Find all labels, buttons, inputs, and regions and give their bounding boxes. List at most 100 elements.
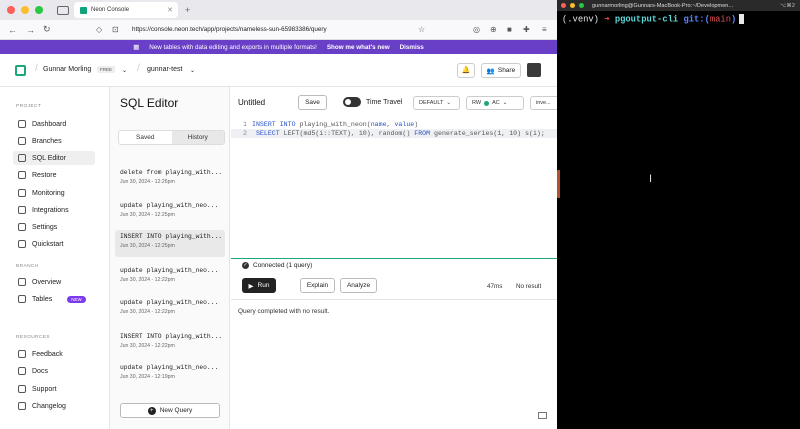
download-icon[interactable]: ⊕	[490, 25, 497, 34]
window-edge-fragment	[557, 170, 560, 198]
terminal-maximize-button[interactable]	[579, 3, 584, 8]
back-icon[interactable]: ←	[8, 25, 17, 35]
new-badge: NEW	[67, 295, 86, 303]
explain-button[interactable]: Explain	[300, 278, 335, 293]
invite-select[interactable]: inve...	[530, 96, 557, 110]
sidebar-item-settings[interactable]: Settings	[13, 220, 95, 234]
sidebar-item-branches[interactable]: Branches	[13, 134, 95, 148]
tab-saved[interactable]: Saved	[119, 131, 172, 144]
query-timing: 47ms	[487, 283, 503, 290]
sidebar-item-feedback[interactable]: Feedback	[13, 347, 95, 361]
close-tab-icon[interactable]: ✕	[167, 6, 173, 14]
sidebar-item-dashboard[interactable]: Dashboard	[13, 117, 95, 131]
extension-icon[interactable]: ■	[507, 25, 512, 34]
code-text: )	[414, 121, 419, 128]
list-item[interactable]: INSERT INTO playing_with... Jun 30, 2024 …	[115, 230, 225, 257]
shield-icon[interactable]: ◇	[96, 25, 102, 34]
project-name[interactable]: gunnar-test	[147, 66, 182, 73]
reload-icon[interactable]: ↻	[43, 24, 51, 35]
sidebar-item-label: Dashboard	[32, 120, 67, 128]
section-label-resources: RESOURCES	[16, 335, 50, 340]
terminal-window[interactable]: gunnarmorling@Gunnars-MacBook-Pro:~/Deve…	[557, 0, 800, 429]
list-item[interactable]: update playing_with_neo... Jun 30, 2024 -…	[115, 264, 225, 291]
org-chevron-icon[interactable]: ⌄	[122, 67, 127, 74]
sidebar-item-monitoring[interactable]: Monitoring	[13, 186, 95, 200]
connection-divider[interactable]	[231, 258, 557, 259]
run-button[interactable]: ▶ Run	[242, 278, 276, 293]
sidebar-item-integrations[interactable]: Integrations	[13, 203, 95, 217]
sidebar-item-tables[interactable]: Tables NEW	[13, 292, 95, 306]
project-chevron-icon[interactable]: ⌄	[190, 67, 195, 74]
menu-icon[interactable]: ≡	[542, 25, 547, 34]
pocket-icon[interactable]: ◎	[473, 25, 480, 34]
puzzle-icon[interactable]: ✚	[523, 25, 530, 34]
sidebar-item-docs[interactable]: Docs	[13, 364, 95, 378]
list-item[interactable]: update playing_with_neo... Jun 30, 2024 -…	[115, 361, 225, 388]
lock-icon[interactable]: ⊡	[112, 25, 119, 34]
code-text: generate_series(1, 10) s(i);	[430, 130, 545, 137]
minimize-window-button[interactable]	[21, 6, 29, 14]
maximize-window-button[interactable]	[35, 6, 43, 14]
banner-dismiss[interactable]: Dismiss	[400, 44, 424, 51]
query-date: Jun 30, 2024 - 12:22pm	[120, 343, 175, 349]
query-text: delete from playing_with...	[120, 169, 223, 176]
sidebar-item-sql-editor[interactable]: SQL Editor	[13, 151, 95, 165]
feedback-icon	[18, 350, 26, 358]
share-button[interactable]: 👥 Share	[481, 63, 521, 78]
analyze-button[interactable]: Analyze	[340, 278, 377, 293]
restore-icon	[18, 171, 26, 179]
browser-tab[interactable]: Neon Console ✕	[74, 2, 178, 18]
code-editor[interactable]: 1 INSERT INTO playing_with_neon(name, val…	[231, 120, 557, 259]
list-item[interactable]: update playing_with_neo... Jun 30, 2024 -…	[115, 296, 225, 323]
sidebar-toggle-icon[interactable]	[57, 5, 69, 15]
query-date: Jun 30, 2024 - 12:19pm	[120, 374, 175, 380]
tab-title: Neon Console	[91, 7, 130, 13]
expand-icon[interactable]	[538, 412, 547, 419]
list-item[interactable]: update playing_with_neo... Jun 30, 2024 -…	[115, 199, 225, 226]
org-name[interactable]: Gunnar Morling	[43, 66, 91, 73]
app-header: / Gunnar Morling FREE ⌄ / gunnar-test ⌄ …	[0, 54, 557, 87]
announcement-banner: ▦ New tables with data editing and expor…	[0, 40, 557, 54]
browser-tab-bar: Neon Console ✕ +	[0, 0, 557, 20]
time-travel-label: Time Travel	[366, 99, 403, 106]
time-travel-toggle[interactable]	[343, 97, 361, 107]
query-date: Jun 30, 2024 - 12:25pm	[120, 212, 175, 218]
integrations-icon	[18, 206, 26, 214]
save-button[interactable]: Save	[298, 95, 327, 110]
code-column: name	[370, 121, 387, 128]
new-tab-icon[interactable]: +	[185, 5, 190, 15]
rw-label: RW	[472, 100, 482, 106]
compute-select[interactable]: RW AC ⌄	[466, 96, 524, 110]
sidebar-item-overview[interactable]: Overview	[13, 275, 95, 289]
code-text: playing_with_neon(	[295, 121, 371, 128]
new-query-button[interactable]: + New Query	[120, 403, 220, 418]
branch-select[interactable]: DEFAULT ⌄	[413, 96, 460, 110]
terminal-close-button[interactable]	[561, 3, 566, 8]
header-separator: /	[35, 63, 38, 74]
notifications-bell-icon[interactable]: 🔔	[457, 63, 475, 78]
users-icon: 👥	[486, 67, 495, 75]
list-item[interactable]: delete from playing_with... Jun 30, 2024 …	[115, 166, 225, 193]
plan-badge: FREE	[97, 66, 116, 73]
banner-link[interactable]: Show me what's new	[327, 44, 390, 51]
neon-logo-icon[interactable]	[15, 65, 26, 76]
sidebar-item-label: Monitoring	[32, 189, 65, 197]
sql-editor-icon	[18, 154, 26, 162]
query-title[interactable]: Untitled	[238, 98, 265, 107]
sidebar-item-label: Tables	[32, 295, 53, 303]
terminal-minimize-button[interactable]	[570, 3, 575, 8]
sidebar-item-quickstart[interactable]: Quickstart	[13, 237, 95, 251]
list-item[interactable]: INSERT INTO playing_with... Jun 30, 2024 …	[115, 330, 225, 357]
user-avatar[interactable]	[527, 63, 541, 77]
sidebar-item-support[interactable]: Support	[13, 382, 95, 396]
sidebar-item-label: SQL Editor	[32, 154, 66, 162]
play-icon: ▶	[248, 282, 254, 290]
code-keyword: FROM	[414, 130, 431, 137]
sidebar-item-changelog[interactable]: Changelog	[13, 399, 95, 413]
tab-history[interactable]: History	[171, 131, 224, 144]
address-bar[interactable]: https://console.neon.tech/app/projects/n…	[132, 26, 327, 33]
forward-icon[interactable]: →	[26, 25, 35, 35]
sidebar-item-restore[interactable]: Restore	[13, 168, 95, 182]
bookmark-star-icon[interactable]: ☆	[418, 25, 425, 34]
close-window-button[interactable]	[7, 6, 15, 14]
